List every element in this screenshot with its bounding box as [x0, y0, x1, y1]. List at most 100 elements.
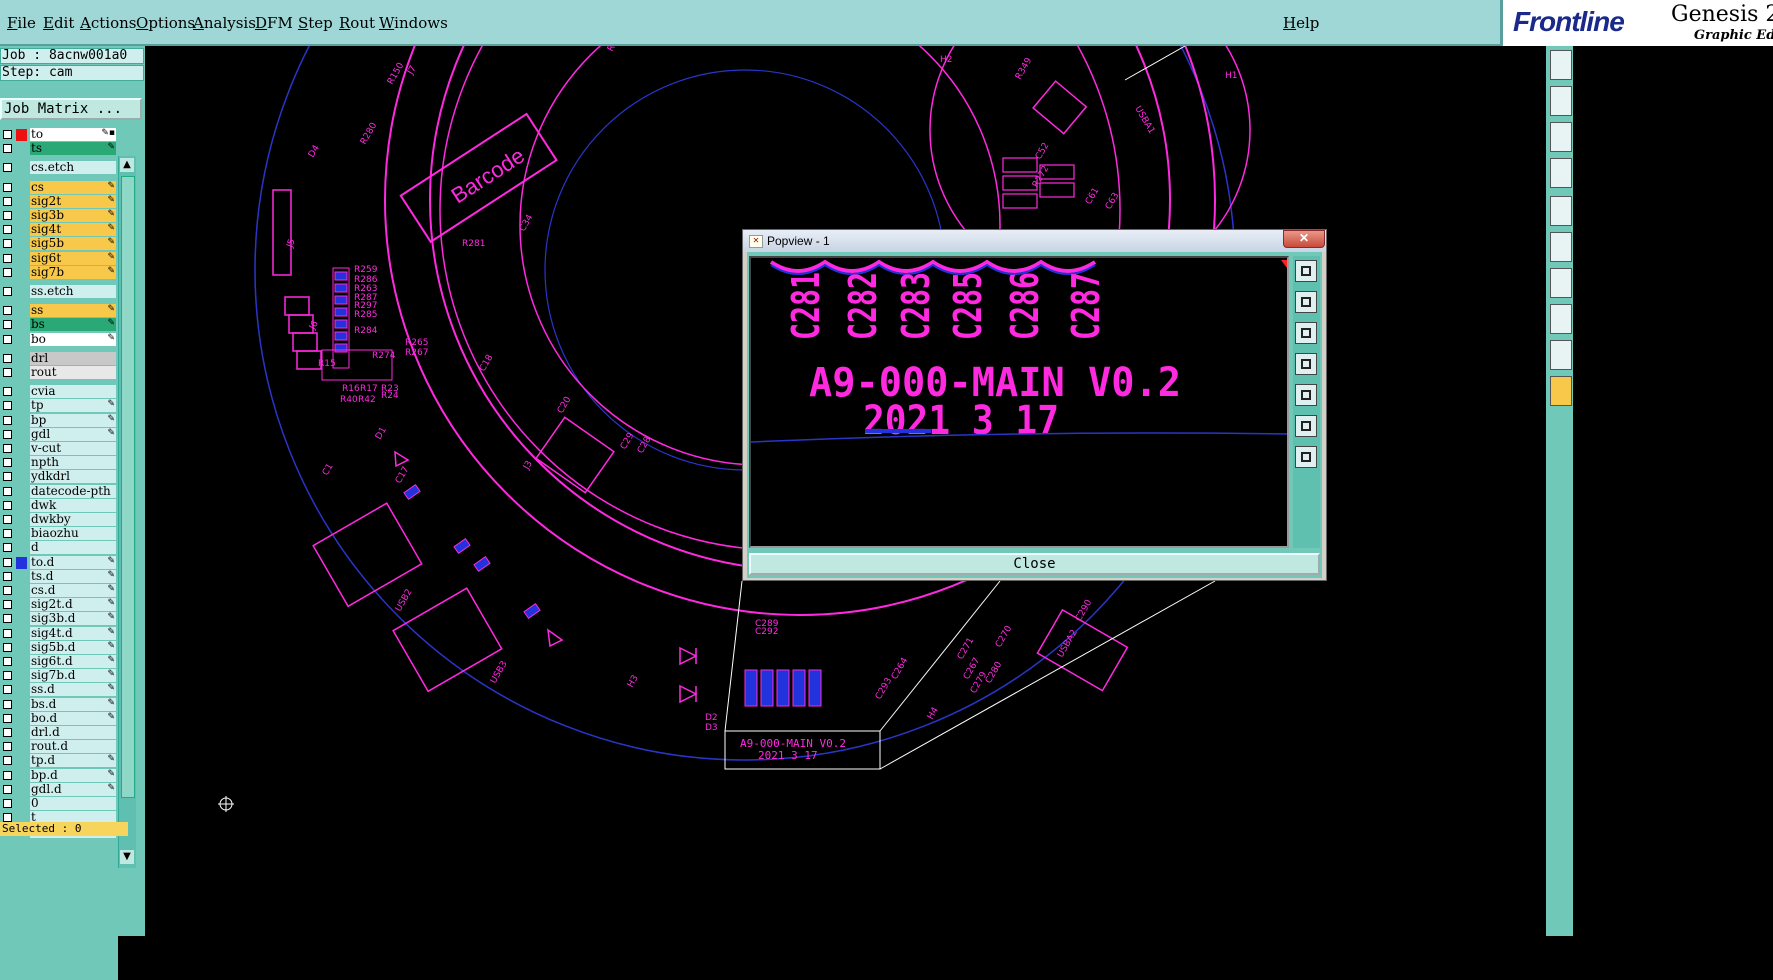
layer-name[interactable]: sig2t.d	[30, 598, 116, 612]
layer-name[interactable]: npth	[30, 456, 116, 470]
layer-name[interactable]: sig3b	[30, 209, 116, 222]
layer-checkbox[interactable]	[3, 515, 12, 524]
layer-name[interactable]: to.d	[30, 555, 116, 569]
layer-checkbox[interactable]	[3, 642, 12, 652]
layer-row[interactable]: datecode-pth	[0, 484, 118, 499]
layer-name[interactable]: sig4t	[30, 223, 116, 237]
layer-name[interactable]: gdl	[30, 427, 116, 441]
layer-row[interactable]: bo.d ✎	[0, 711, 118, 726]
layer-checkbox[interactable]	[3, 728, 12, 737]
layer-name[interactable]: v-cut	[30, 442, 116, 455]
layer-checkbox[interactable]	[3, 253, 12, 263]
layer-name[interactable]: ts	[30, 142, 116, 156]
layer-row[interactable]: cs.etch	[0, 161, 118, 175]
layer-row[interactable]: d	[0, 541, 118, 555]
layer-row[interactable]: sig5b ✎	[0, 237, 118, 251]
layer-color-swatch[interactable]	[16, 129, 27, 141]
layer-name[interactable]: cvia	[30, 385, 116, 399]
layer-row[interactable]: 0	[0, 797, 118, 811]
layer-name[interactable]: cs.d	[30, 584, 116, 597]
layer-name[interactable]: dwk	[30, 498, 116, 512]
close-button[interactable]: Close	[749, 553, 1320, 575]
layer-name[interactable]: d	[30, 541, 116, 555]
close-icon[interactable]: ✕	[1283, 230, 1325, 248]
tool-button-8[interactable]	[1550, 304, 1572, 334]
layer-checkbox[interactable]	[3, 334, 12, 344]
menu-windows[interactable]: Windows	[379, 14, 448, 32]
layer-checkbox[interactable]	[3, 813, 12, 823]
layer-name[interactable]: datecode-pth	[30, 484, 116, 498]
layer-name[interactable]: sig6t.d	[30, 655, 116, 668]
layer-name[interactable]: dwkby	[30, 513, 116, 526]
menu-help[interactable]: Help	[1283, 14, 1319, 32]
layer-row[interactable]: ts ✎	[0, 142, 118, 156]
layer-checkbox[interactable]	[3, 756, 12, 766]
tool-button-6[interactable]	[1550, 232, 1572, 262]
layer-checkbox[interactable]	[3, 196, 12, 206]
layer-name[interactable]: cs.etch	[30, 161, 116, 175]
layer-name[interactable]: cs	[30, 180, 116, 194]
layer-checkbox[interactable]	[3, 182, 12, 192]
menu-step[interactable]: Step	[298, 14, 333, 32]
menu-analysis[interactable]: Analysis	[193, 14, 256, 32]
layer-checkbox[interactable]	[3, 444, 12, 453]
layer-row[interactable]: cs ✎	[0, 180, 118, 195]
layer-row[interactable]: bs.d ✎	[0, 697, 118, 712]
layer-name[interactable]: drl.d	[30, 726, 116, 739]
layer-row[interactable]: sig6t.d ✎	[0, 655, 118, 669]
layer-checkbox[interactable]	[3, 415, 12, 425]
tool-button-7[interactable]	[1550, 268, 1572, 298]
layer-checkbox[interactable]	[3, 320, 12, 330]
layer-checkbox[interactable]	[3, 713, 12, 723]
popview-canvas[interactable]: C281 C282 C283 C285 C286 C287 A9-000-MAIN V0.…	[749, 256, 1289, 548]
tool-button-4[interactable]	[1550, 158, 1572, 188]
layer-checkbox[interactable]	[3, 543, 12, 553]
popview-tool-2[interactable]	[1295, 291, 1317, 313]
layer-checkbox[interactable]	[3, 130, 12, 139]
layer-row[interactable]: sig4t.d ✎	[0, 626, 118, 641]
layer-checkbox[interactable]	[3, 429, 12, 439]
layer-row[interactable]: cs.d ✎	[0, 584, 118, 598]
layer-name[interactable]: sig7b.d	[30, 669, 116, 683]
layer-row[interactable]: ss.etch	[0, 285, 118, 299]
tool-button-3[interactable]	[1550, 122, 1572, 152]
layer-row[interactable]: tp ✎	[0, 399, 118, 413]
layer-row[interactable]: sig3b ✎	[0, 209, 118, 223]
layer-row[interactable]: biaozhu	[0, 527, 118, 541]
layer-name[interactable]: sig5b.d	[30, 640, 116, 654]
layer-name[interactable]: sig6t	[30, 251, 116, 265]
tool-button-9[interactable]	[1550, 340, 1572, 370]
layer-name[interactable]: ydkdrl	[30, 470, 116, 484]
layer-checkbox[interactable]	[3, 387, 12, 397]
popview-titlebar[interactable]: ✕ Popview - 1 ✕	[743, 230, 1326, 252]
layer-checkbox[interactable]	[3, 742, 12, 752]
layer-name[interactable]: bo.d	[30, 711, 116, 725]
layer-checkbox[interactable]	[3, 784, 12, 794]
popview-tool-6[interactable]	[1295, 415, 1317, 437]
menu-file[interactable]: File	[7, 14, 36, 32]
layer-checkbox[interactable]	[3, 657, 12, 666]
layer-row[interactable]: to.d ✎	[0, 555, 118, 570]
layer-checkbox[interactable]	[3, 267, 12, 277]
layer-name[interactable]: ss.etch	[30, 285, 116, 298]
layer-checkbox[interactable]	[3, 799, 12, 808]
layer-name[interactable]: 0	[30, 797, 116, 810]
layer-name[interactable]: sig2t	[30, 194, 116, 208]
layer-color-swatch[interactable]	[16, 556, 27, 569]
tool-button-5[interactable]	[1550, 196, 1572, 226]
layer-row[interactable]: ss ✎	[0, 304, 118, 318]
tool-button-2[interactable]	[1550, 86, 1572, 116]
layer-checkbox[interactable]	[3, 628, 12, 638]
layer-row[interactable]: to ✎▪	[0, 128, 118, 142]
layer-checkbox[interactable]	[3, 699, 12, 709]
layer-row[interactable]: drl	[0, 351, 118, 366]
layer-name[interactable]: bp.d	[30, 768, 116, 782]
layer-checkbox[interactable]	[3, 600, 12, 610]
layer-row[interactable]: dwkby	[0, 513, 118, 527]
layer-row[interactable]: cvia	[0, 385, 118, 399]
layer-row[interactable]: dwk	[0, 498, 118, 513]
layer-row[interactable]: sig4t ✎	[0, 223, 118, 237]
layer-checkbox[interactable]	[3, 225, 12, 235]
popview-tool-4[interactable]	[1295, 353, 1317, 375]
layer-row[interactable]: ss.d ✎	[0, 683, 118, 697]
